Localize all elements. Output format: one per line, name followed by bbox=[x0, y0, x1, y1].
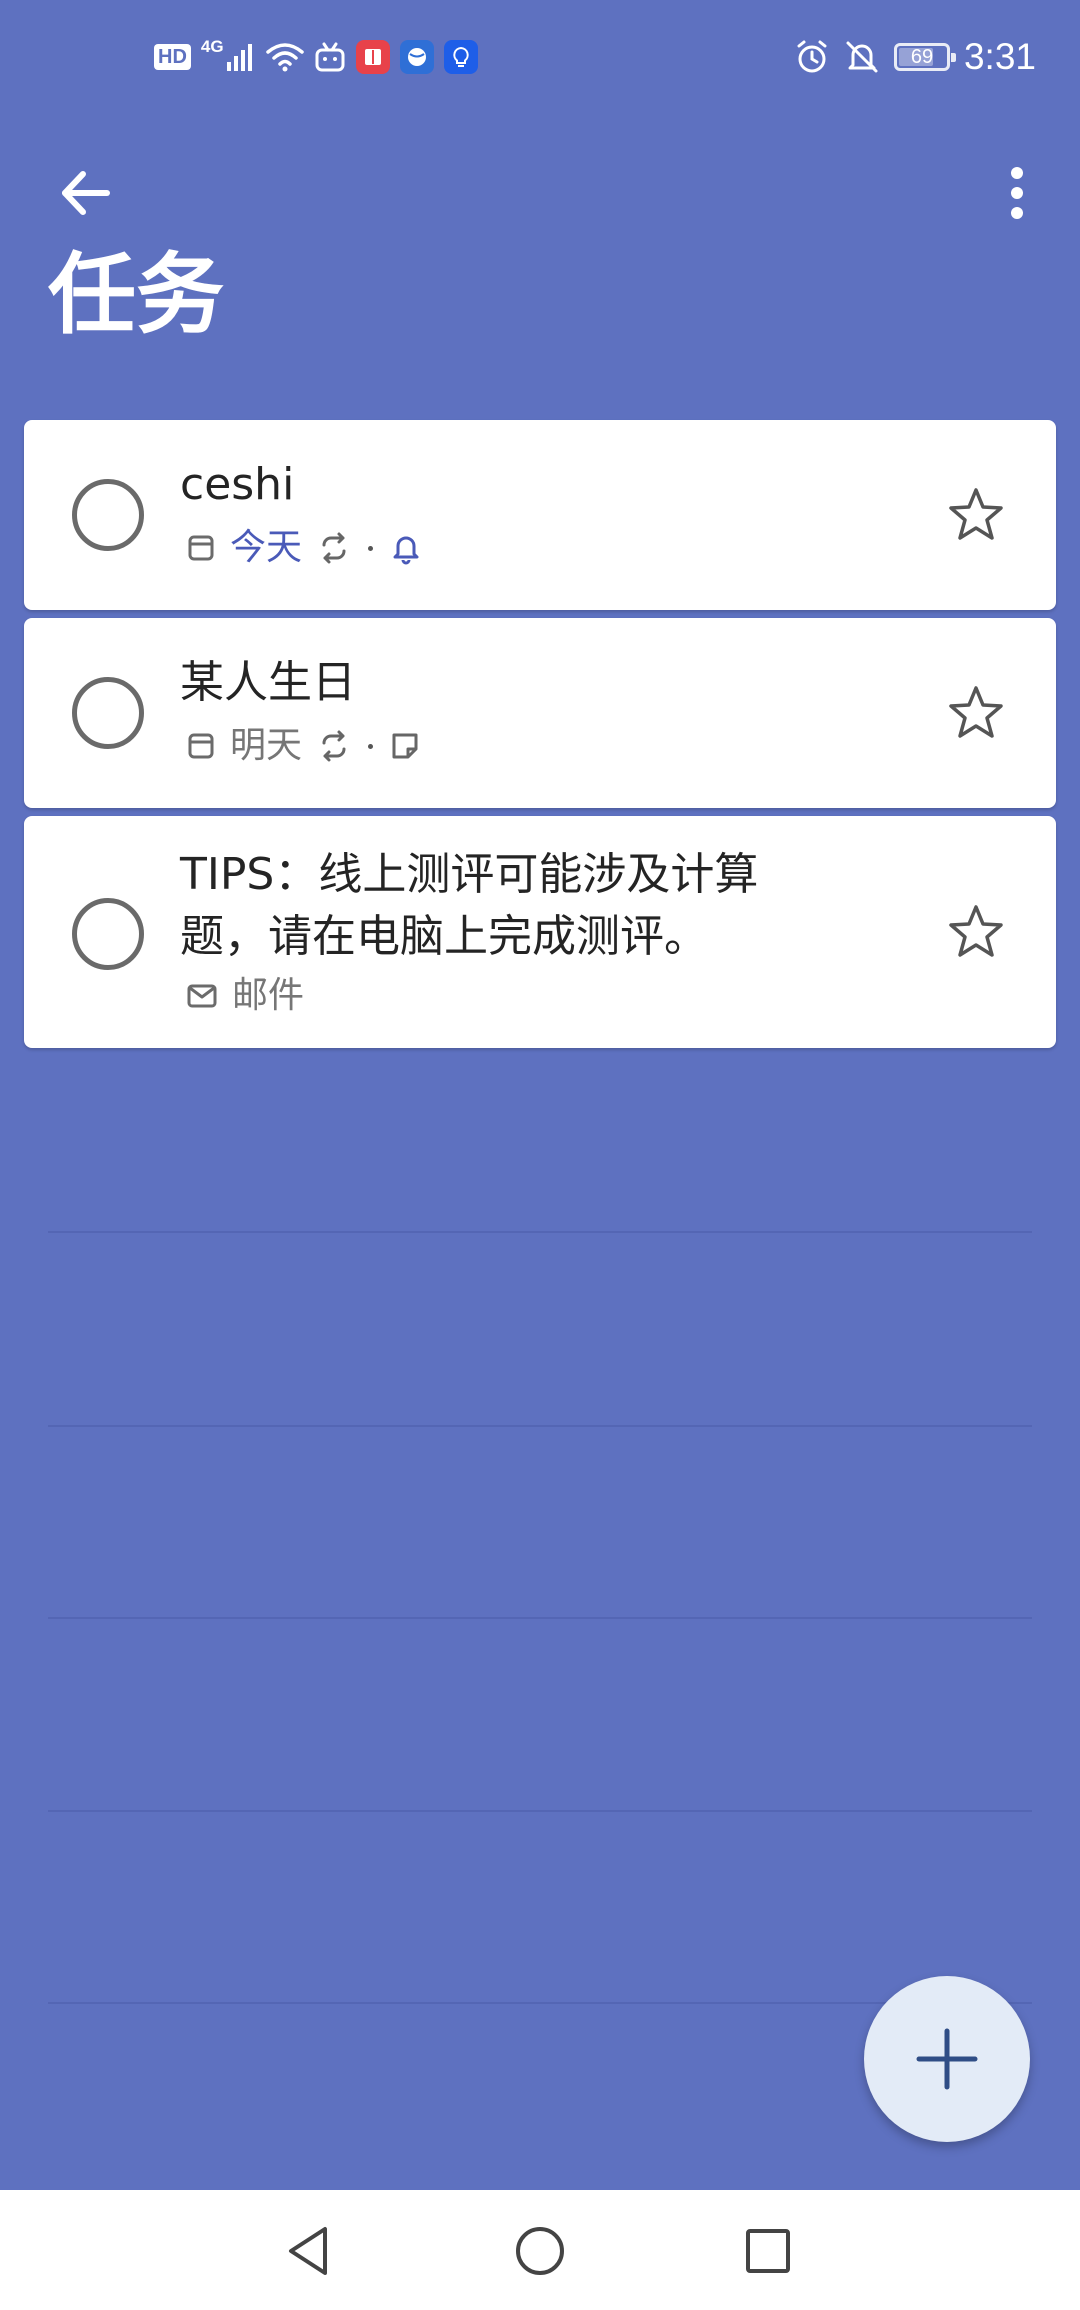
repeat-icon bbox=[322, 730, 346, 762]
bell-off-icon bbox=[846, 41, 878, 73]
star-button[interactable] bbox=[944, 681, 1008, 745]
task-meta: 今天 bbox=[186, 526, 423, 570]
bulb-app-icon bbox=[443, 40, 478, 74]
task-title: ceshi bbox=[180, 459, 295, 510]
star-button[interactable] bbox=[944, 900, 1008, 964]
alarm-icon bbox=[797, 40, 827, 73]
clock: 3:31 bbox=[963, 36, 1036, 77]
status-left-icons: HD 4G bbox=[154, 37, 478, 74]
star-outline-icon bbox=[949, 488, 1003, 540]
nav-recents-button[interactable] bbox=[733, 2216, 803, 2286]
note-icon bbox=[392, 733, 418, 759]
source-label: 邮件 bbox=[232, 975, 305, 1016]
task-complete-checkbox[interactable] bbox=[72, 677, 144, 749]
recents-square-icon bbox=[746, 2229, 790, 2273]
background-rule-line bbox=[48, 1810, 1032, 1812]
back-button[interactable] bbox=[50, 158, 120, 228]
status-right-icons: 69 3:31 bbox=[794, 36, 1036, 78]
plus-icon bbox=[916, 2028, 978, 2090]
task-item[interactable]: TIPS：线上测评可能涉及计算题，请在电脑上完成测评。 邮件 bbox=[24, 816, 1056, 1048]
task-meta: 邮件 bbox=[186, 974, 304, 1018]
task-item[interactable]: 某人生日 明天 bbox=[24, 618, 1056, 808]
home-circle-icon bbox=[516, 2227, 564, 2275]
wifi-icon bbox=[265, 43, 304, 72]
back-triangle-icon bbox=[289, 2227, 327, 2275]
more-vertical-icon bbox=[1011, 167, 1023, 219]
task-title: 某人生日 bbox=[180, 657, 356, 708]
star-outline-icon bbox=[949, 905, 1003, 957]
reader-app-icon bbox=[355, 40, 390, 74]
mail-icon bbox=[187, 984, 217, 1008]
calendar-icon bbox=[188, 535, 214, 561]
meta-separator-dot bbox=[368, 743, 374, 749]
task-complete-checkbox[interactable] bbox=[72, 898, 144, 970]
network-type-label: 4G bbox=[200, 37, 224, 56]
task-meta: 明天 bbox=[186, 724, 421, 768]
repeat-icon bbox=[322, 532, 346, 564]
page-title: 任务 bbox=[48, 243, 225, 346]
task-item[interactable]: ceshi 今天 bbox=[24, 420, 1056, 610]
bell-icon bbox=[393, 536, 419, 565]
signal-icon bbox=[226, 44, 252, 71]
star-outline-icon bbox=[949, 686, 1003, 738]
calendar-icon bbox=[188, 733, 214, 759]
nav-back-button[interactable] bbox=[274, 2216, 344, 2286]
hd-icon: HD bbox=[154, 44, 191, 70]
more-options-button[interactable] bbox=[982, 158, 1052, 228]
background-rule-line bbox=[48, 1617, 1032, 1619]
status-bar: HD 4G 69 3:31 bbox=[0, 0, 1080, 125]
task-complete-checkbox[interactable] bbox=[72, 479, 144, 551]
browser-app-icon bbox=[399, 40, 434, 74]
arrow-left-icon bbox=[62, 171, 110, 215]
background-rule-line bbox=[48, 1231, 1032, 1233]
battery-icon: 69 bbox=[893, 43, 956, 71]
battery-level: 69 bbox=[910, 46, 934, 68]
task-title: TIPS：线上测评可能涉及计算题，请在电脑上完成测评。 bbox=[180, 849, 759, 962]
system-nav-bar bbox=[0, 2190, 1080, 2310]
star-button[interactable] bbox=[944, 483, 1008, 547]
meta-separator-dot bbox=[368, 545, 374, 551]
bilibili-icon bbox=[315, 42, 345, 72]
add-task-button[interactable] bbox=[864, 1976, 1030, 2142]
nav-home-button[interactable] bbox=[505, 2216, 575, 2286]
background-rule-line bbox=[48, 1425, 1032, 1427]
due-date-label: 明天 bbox=[230, 725, 303, 766]
due-date-label: 今天 bbox=[230, 527, 303, 568]
